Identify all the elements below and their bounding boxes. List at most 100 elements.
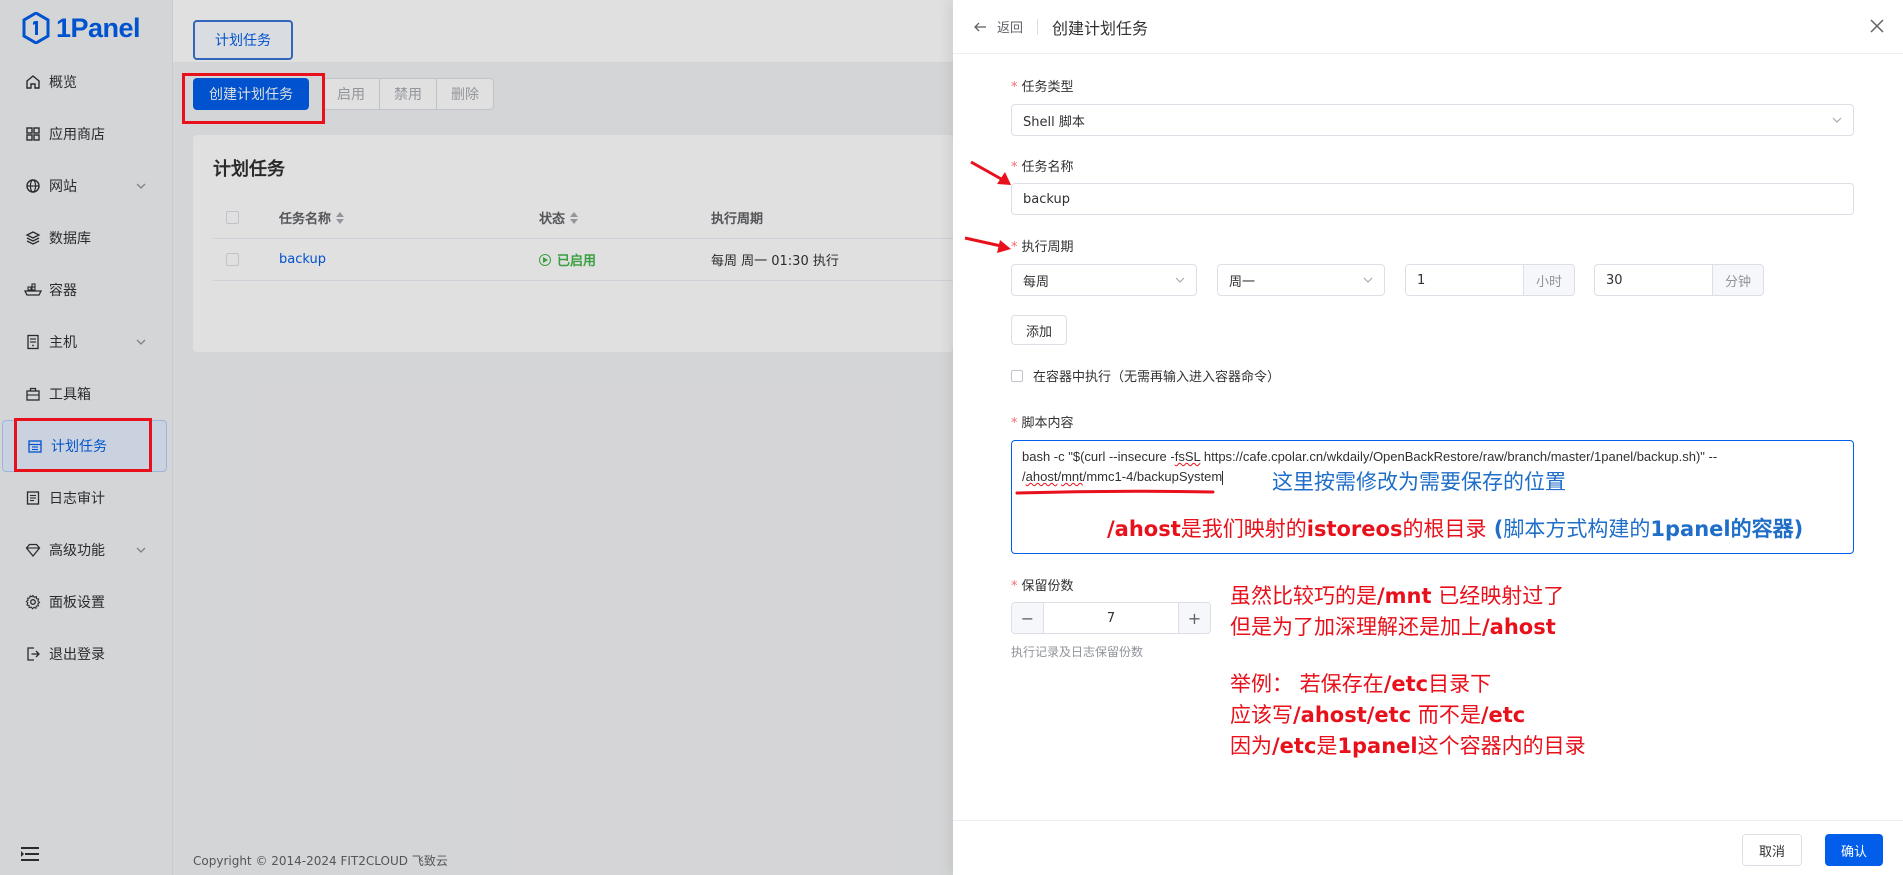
chevron-down-icon: [136, 183, 146, 189]
sidebar-item-label: 容器: [49, 283, 77, 299]
logout-icon: [24, 645, 42, 663]
sidebar-item-label: 应用商店: [49, 127, 105, 143]
sidebar-item-log-audit[interactable]: 日志审计: [0, 472, 172, 524]
task-cycle: 每周 周一 01:30 执行: [711, 254, 839, 269]
task-name-label: * 任务名称: [1011, 160, 1074, 175]
task-name-input[interactable]: backup: [1011, 183, 1854, 215]
arrow-left-icon: [974, 22, 986, 31]
sort-icon[interactable]: [336, 211, 345, 224]
logo-icon: [22, 12, 50, 44]
cancel-button[interactable]: 取消: [1741, 834, 1802, 866]
retain-label: * 保留份数: [1011, 579, 1074, 594]
disable-button[interactable]: 禁用: [379, 78, 437, 110]
sidebar-item-website[interactable]: 网站: [0, 160, 172, 212]
drawer-header: 返回 创建计划任务: [953, 0, 1903, 54]
header-divider: [1037, 18, 1039, 35]
close-icon[interactable]: [1869, 18, 1885, 34]
row-checkbox[interactable]: [226, 253, 239, 266]
cycle-label: * 执行周期: [1011, 240, 1074, 255]
chevron-down-icon: [1832, 117, 1842, 123]
table-row: backup 已启用 每周 周一 01:30 执行: [213, 239, 953, 281]
chevron-down-icon: [1175, 277, 1185, 283]
annotation-ahost-explained: /ahost是我们映射的istoreos的根目录 (脚本方式构建的1panel的…: [1107, 517, 1804, 541]
confirm-button[interactable]: 确认: [1824, 834, 1883, 866]
back-button[interactable]: 返回: [973, 17, 1023, 36]
sidebar-item-container[interactable]: 容器: [0, 264, 172, 316]
retain-stepper[interactable]: − 7 +: [1011, 602, 1211, 634]
hour-unit: 小时: [1522, 265, 1574, 295]
gear-icon: [24, 593, 42, 611]
toolbar: 创建计划任务 启用 禁用 删除: [193, 78, 494, 114]
sidebar-item-label: 日志审计: [49, 491, 105, 507]
copyright-footer: Copyright © 2014-2024 FIT2CLOUD 飞致云: [193, 854, 448, 868]
add-cycle-button[interactable]: 添加: [1011, 315, 1068, 345]
underline-annotation: [1015, 489, 1215, 495]
main-content: 计划任务 创建计划任务 启用 禁用 删除 计划任务 任务名称 状态 执行周期 b…: [173, 0, 953, 875]
globe-icon: [24, 177, 42, 195]
sidebar-item-label: 高级功能: [49, 543, 105, 559]
cycle-hour-input[interactable]: 1 小时: [1405, 264, 1575, 296]
sidebar-item-cronjob[interactable]: 计划任务: [2, 420, 167, 472]
table-header: 任务名称 状态 执行周期: [213, 197, 953, 239]
sidebar-item-host[interactable]: 主机: [0, 316, 172, 368]
cronjob-table: 任务名称 状态 执行周期 backup 已启用 每周 周一 01:30 执行: [213, 197, 953, 281]
sidebar-item-label: 数据库: [49, 231, 91, 247]
annotation-mnt-note: 虽然比较巧的是/mnt 已经映射过了 但是为了加深理解还是加上/ahost: [1230, 584, 1565, 639]
sidebar-item-label: 概览: [49, 75, 77, 91]
collapse-menu-icon[interactable]: [20, 845, 40, 863]
sidebar-item-label: 面板设置: [49, 595, 105, 611]
sidebar-item-overview[interactable]: 概览: [0, 56, 172, 108]
ship-icon: [24, 281, 42, 299]
cronjob-card: 计划任务 任务名称 状态 执行周期 backup 已启用 每周 周一 01:30…: [193, 135, 953, 352]
batch-action-group: 启用 禁用 删除: [322, 78, 494, 114]
in-container-checkbox[interactable]: 在容器中执行（无需再输入进入容器命令）: [1011, 366, 1280, 385]
task-type-select[interactable]: Shell 脚本: [1011, 104, 1854, 136]
diamond-icon: [24, 541, 42, 559]
status-badge[interactable]: 已启用: [539, 250, 596, 269]
sidebar-item-advanced[interactable]: 高级功能: [0, 524, 172, 576]
column-header-status[interactable]: 状态: [539, 208, 711, 227]
server-icon: [24, 333, 42, 351]
toolbox-icon: [24, 385, 42, 403]
sidebar-item-appstore[interactable]: 应用商店: [0, 108, 172, 160]
sidebar-item-toolbox[interactable]: 工具箱: [0, 368, 172, 420]
task-name-link[interactable]: backup: [279, 252, 326, 267]
home-icon: [24, 73, 42, 91]
sidebar-item-label: 退出登录: [49, 647, 105, 663]
sort-icon[interactable]: [570, 211, 579, 224]
sidebar-item-settings[interactable]: 面板设置: [0, 576, 172, 628]
sidebar-item-label: 计划任务: [51, 439, 107, 455]
retain-hint: 执行记录及日志保留份数: [1011, 645, 1144, 659]
delete-button[interactable]: 删除: [436, 78, 494, 110]
cycle-minute-input[interactable]: 30 分钟: [1594, 264, 1764, 296]
arrow-annotation-cycle: [964, 236, 1011, 253]
arrow-annotation-task-name: [970, 160, 1011, 185]
enable-button[interactable]: 启用: [322, 78, 380, 110]
app-logo[interactable]: 1Panel: [22, 8, 141, 48]
minute-unit: 分钟: [1711, 265, 1763, 295]
sidebar-item-database[interactable]: 数据库: [0, 212, 172, 264]
tab-cronjob[interactable]: 计划任务: [193, 20, 293, 60]
annotation-save-location: 这里按需修改为需要保存的位置: [1272, 470, 1566, 494]
drawer-title: 创建计划任务: [1052, 18, 1149, 38]
text-cursor: [1222, 470, 1224, 485]
sidebar: 1Panel 概览 应用商店 网站 数据库 容器 主机 工具箱 计划任务 日志审…: [0, 0, 173, 875]
sidebar-item-label: 网站: [49, 179, 77, 195]
chevron-down-icon: [1363, 277, 1373, 283]
cycle-weekday-select[interactable]: 周一: [1217, 264, 1385, 296]
retain-value[interactable]: 7: [1044, 603, 1178, 633]
column-header-name[interactable]: 任务名称: [279, 208, 539, 227]
sidebar-item-label: 主机: [49, 335, 77, 351]
back-label: 返回: [997, 21, 1024, 36]
sidebar-item-logout[interactable]: 退出登录: [0, 628, 172, 680]
layers-icon: [24, 229, 42, 247]
card-title: 计划任务: [213, 159, 285, 180]
script-label: * 脚本内容: [1011, 416, 1074, 431]
create-cronjob-button[interactable]: 创建计划任务: [193, 78, 309, 110]
cycle-frequency-select[interactable]: 每周: [1011, 264, 1197, 296]
checkbox-box[interactable]: [1011, 369, 1023, 382]
increase-button[interactable]: +: [1178, 603, 1210, 633]
select-all-checkbox[interactable]: [226, 211, 239, 224]
decrease-button[interactable]: −: [1012, 603, 1044, 633]
script-line-1: bash -c "$(curl --insecure -fsSL https:/…: [1022, 449, 1718, 464]
